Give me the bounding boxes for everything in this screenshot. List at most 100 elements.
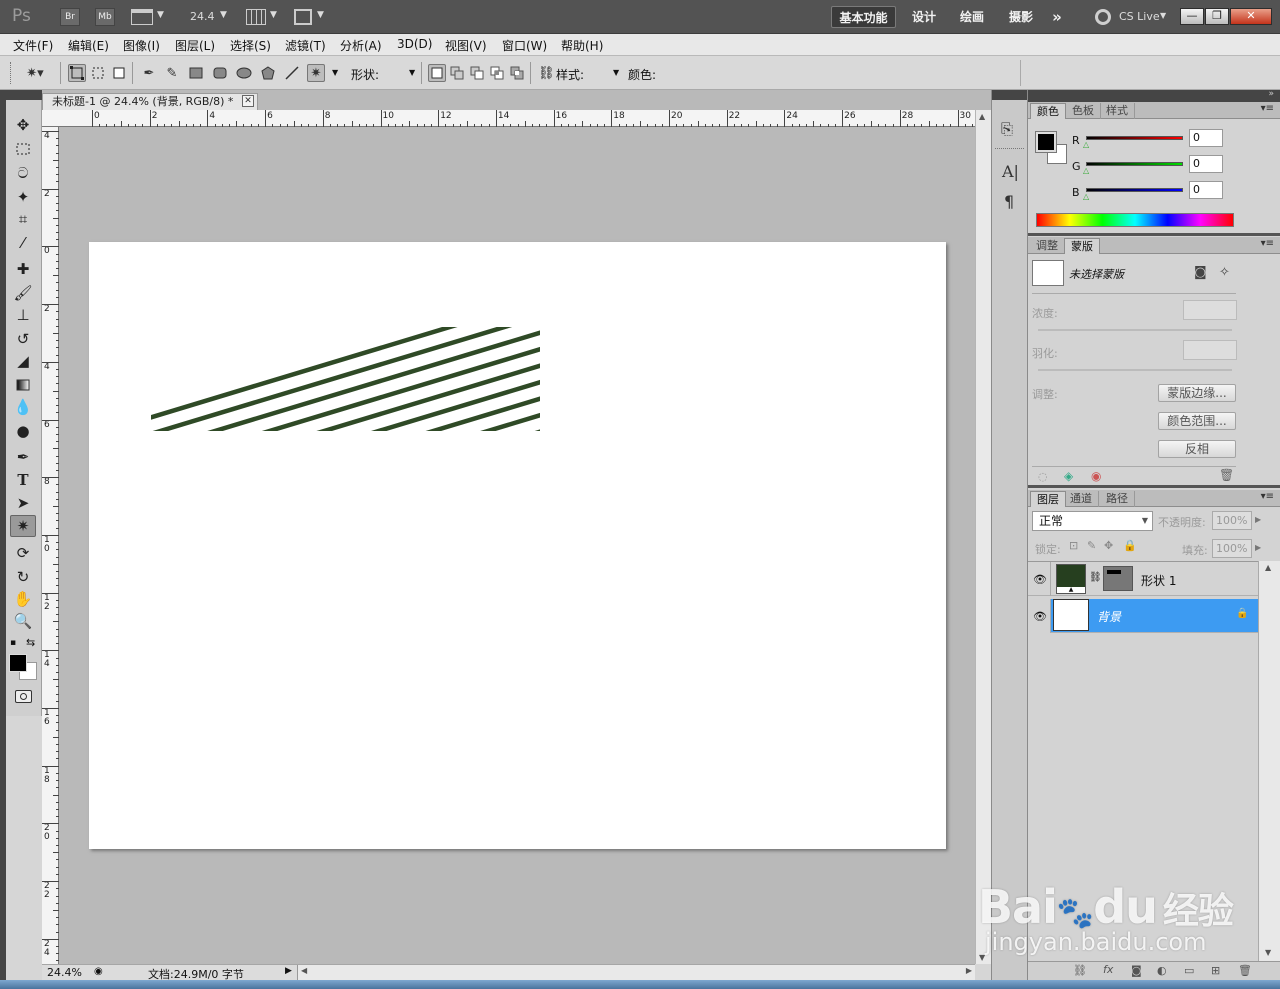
tab-layers[interactable]: 图层 bbox=[1030, 491, 1066, 507]
tab-swatches[interactable]: 色板 bbox=[1066, 103, 1101, 119]
canvas[interactable] bbox=[89, 242, 946, 849]
channel-r-input[interactable]: 0 bbox=[1189, 129, 1223, 147]
channel-r-handle-icon[interactable]: △ bbox=[1083, 140, 1089, 149]
channel-r-slider[interactable] bbox=[1086, 136, 1183, 140]
polygon-tool-icon[interactable] bbox=[259, 64, 277, 82]
marquee-tool-icon[interactable] bbox=[10, 138, 36, 160]
panel-menu-icon[interactable]: ▾≡ bbox=[1261, 238, 1274, 249]
status-preview-icon[interactable]: ◉ bbox=[94, 966, 110, 979]
menu-edit[interactable]: 编辑(E) bbox=[68, 37, 109, 54]
tools-panel-header[interactable] bbox=[6, 90, 42, 100]
healing-brush-tool-icon[interactable]: ✚ bbox=[10, 258, 36, 280]
dropdown-arrow-icon[interactable]: ▼ bbox=[409, 68, 415, 77]
scroll-left-arrow-icon[interactable]: ◀ bbox=[301, 966, 307, 975]
view-extras-icon[interactable] bbox=[131, 9, 153, 25]
channel-b-slider[interactable] bbox=[1086, 188, 1183, 192]
menu-window[interactable]: 窗口(W) bbox=[502, 37, 547, 54]
minimize-button[interactable]: — bbox=[1180, 8, 1204, 25]
mask-edge-button[interactable]: 蒙版边缘... bbox=[1158, 384, 1236, 402]
bridge-button[interactable]: Br bbox=[60, 8, 80, 26]
history-brush-tool-icon[interactable]: ↺ bbox=[10, 328, 36, 350]
color-range-button[interactable]: 颜色范围... bbox=[1158, 412, 1236, 430]
quick-mask-icon[interactable] bbox=[15, 690, 32, 703]
fill-input[interactable]: 100% bbox=[1212, 539, 1252, 558]
channel-b-input[interactable]: 0 bbox=[1189, 181, 1223, 199]
mini-bridge-button[interactable]: Mb bbox=[95, 8, 115, 26]
link-icon[interactable]: ⛓ bbox=[538, 66, 555, 81]
brush-tool-icon[interactable]: 🖌 bbox=[10, 282, 36, 304]
layer-style-icon[interactable]: fx bbox=[1103, 963, 1113, 976]
create-new-shape-layer-icon[interactable] bbox=[428, 64, 446, 82]
scroll-up-arrow-icon[interactable]: ▲ bbox=[1265, 563, 1271, 572]
status-menu-arrow-icon[interactable]: ▶ bbox=[285, 966, 292, 976]
scroll-right-arrow-icon[interactable]: ▶ bbox=[966, 966, 972, 975]
close-window-button[interactable]: ✕ bbox=[1230, 8, 1272, 25]
history-panel-icon[interactable]: ⎘ bbox=[1001, 120, 1013, 138]
status-zoom[interactable]: 24.4% bbox=[47, 966, 82, 979]
dropdown-arrow-icon[interactable]: ▼ bbox=[157, 10, 164, 20]
3d-orbit-tool-icon[interactable]: ↻ bbox=[10, 566, 36, 588]
tab-masks[interactable]: 蒙版 bbox=[1064, 238, 1100, 254]
line-tool-icon[interactable] bbox=[283, 64, 301, 82]
menu-image[interactable]: 图像(I) bbox=[123, 37, 160, 54]
pen-tool-icon[interactable]: ✒ bbox=[140, 64, 158, 82]
load-selection-icon[interactable]: ◌ bbox=[1038, 470, 1048, 483]
type-tool-icon[interactable]: T bbox=[10, 469, 36, 491]
custom-shape-tool-icon[interactable]: ✷ bbox=[307, 64, 325, 82]
hand-tool-icon[interactable]: ✋ bbox=[10, 588, 36, 610]
mask-visibility-icon[interactable]: ◈ bbox=[1064, 469, 1073, 483]
lock-image-icon[interactable]: ✎ bbox=[1087, 539, 1096, 552]
dropdown-arrow-icon[interactable]: ▼ bbox=[332, 68, 338, 77]
workspace-photography[interactable]: 摄影 bbox=[1002, 6, 1040, 28]
cslive-menu[interactable]: CS Live bbox=[1119, 10, 1160, 23]
tab-styles[interactable]: 样式 bbox=[1100, 103, 1135, 119]
tab-channels[interactable]: 通道 bbox=[1064, 491, 1099, 507]
color-fg-swatch[interactable] bbox=[1035, 131, 1057, 153]
strip-header[interactable] bbox=[992, 90, 1027, 100]
lock-position-icon[interactable]: ✥ bbox=[1104, 539, 1113, 552]
custom-shape-tool-icon[interactable]: ✷ bbox=[10, 515, 36, 537]
new-layer-icon[interactable]: ⊞ bbox=[1211, 964, 1220, 977]
workspace-essentials[interactable]: 基本功能 bbox=[831, 6, 896, 28]
fill-pixels-icon[interactable] bbox=[110, 64, 128, 82]
tool-preset-picker[interactable]: ✷▾ bbox=[20, 64, 50, 82]
eyedropper-tool-icon[interactable]: ⁄ bbox=[10, 232, 36, 254]
freeform-pen-icon[interactable]: ✎ bbox=[163, 64, 181, 82]
restore-button[interactable]: ❐ bbox=[1205, 8, 1229, 25]
intersect-shape-icon[interactable] bbox=[488, 64, 506, 82]
paths-icon[interactable] bbox=[89, 64, 107, 82]
blend-mode-select[interactable]: 正常 ▼ bbox=[1032, 511, 1153, 531]
adjustment-layer-icon[interactable]: ◐ bbox=[1157, 964, 1167, 977]
horizontal-scrollbar[interactable]: ◀ ▶ bbox=[297, 965, 975, 980]
opacity-input[interactable]: 100% bbox=[1212, 511, 1252, 530]
gradient-tool-icon[interactable] bbox=[10, 374, 36, 396]
opacity-arrow-icon[interactable]: ▶ bbox=[1255, 515, 1261, 524]
dropdown-arrow-icon[interactable]: ▼ bbox=[220, 10, 227, 20]
density-input[interactable] bbox=[1183, 300, 1237, 320]
scroll-down-arrow-icon[interactable]: ▼ bbox=[1265, 948, 1271, 957]
layer-row-shape[interactable]: 👁 ▲ ⛓ 形状 1 bbox=[1028, 562, 1258, 596]
zoom-level-select[interactable]: 24.4 bbox=[190, 10, 215, 23]
shape-layers-icon[interactable] bbox=[68, 64, 86, 82]
ellipse-tool-icon[interactable] bbox=[235, 64, 253, 82]
tab-paths[interactable]: 路径 bbox=[1100, 491, 1135, 507]
eraser-tool-icon[interactable]: ◢ bbox=[10, 350, 36, 372]
channel-b-handle-icon[interactable]: △ bbox=[1083, 192, 1089, 201]
rectangle-tool-icon[interactable] bbox=[187, 64, 205, 82]
feather-input[interactable] bbox=[1183, 340, 1237, 360]
menu-3d[interactable]: 3D(D) bbox=[397, 37, 432, 51]
default-colors-icon[interactable]: ▪ bbox=[10, 638, 16, 648]
fill-arrow-icon[interactable]: ▶ bbox=[1255, 543, 1261, 552]
color-panel-header[interactable]: » bbox=[1028, 89, 1280, 102]
tab-adjustments[interactable]: 调整 bbox=[1030, 238, 1065, 254]
rounded-rectangle-icon[interactable] bbox=[211, 64, 229, 82]
foreground-color-swatch[interactable] bbox=[9, 654, 27, 672]
delete-mask-icon[interactable]: 🗑 bbox=[1219, 468, 1234, 482]
dodge-tool-icon[interactable]: ● bbox=[10, 420, 36, 442]
menu-filter[interactable]: 滤镜(T) bbox=[285, 37, 326, 54]
vertical-scrollbar[interactable]: ▲ ▼ bbox=[975, 110, 991, 964]
document-tab[interactable]: 未标题-1 @ 24.4% (背景, RGB/8) * bbox=[42, 93, 258, 110]
channel-g-slider[interactable] bbox=[1086, 162, 1183, 166]
add-to-shape-icon[interactable] bbox=[448, 64, 466, 82]
pen-tool-icon[interactable]: ✒ bbox=[10, 446, 36, 468]
